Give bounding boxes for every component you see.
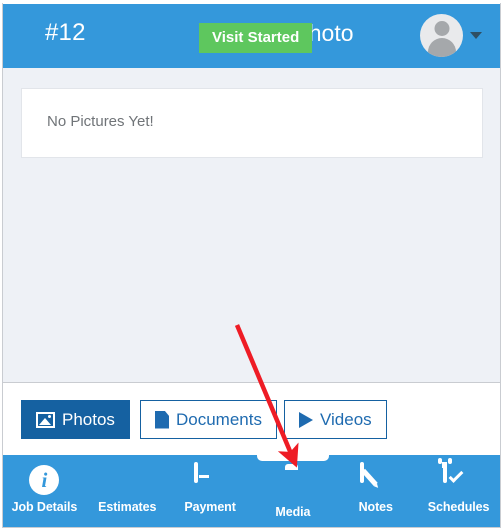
tab-documents-label: Documents xyxy=(176,409,262,429)
job-id-label: #12 xyxy=(45,19,86,46)
nav-item-estimates-label: Estimates xyxy=(98,500,157,514)
nav-item-schedules[interactable]: Schedules xyxy=(417,455,500,527)
tab-documents[interactable]: Documents xyxy=(140,400,277,439)
nav-item-payment-label: Payment xyxy=(184,500,236,514)
avatar-head-shape xyxy=(434,21,449,36)
avatar[interactable] xyxy=(420,14,463,57)
app-header: #12 New Photo Visit Started xyxy=(3,4,500,68)
avatar-body-shape xyxy=(427,38,456,57)
nav-item-media[interactable]: Media xyxy=(251,449,334,527)
nav-item-job-details-label: Job Details xyxy=(11,500,78,514)
nav-item-notes-label: Notes xyxy=(358,500,393,514)
tab-photos-label: Photos xyxy=(62,409,115,429)
book-icon xyxy=(97,464,143,496)
empty-state-card: No Pictures Yet! xyxy=(21,88,483,158)
user-menu[interactable] xyxy=(420,14,482,57)
play-icon xyxy=(299,411,313,428)
tab-photos[interactable]: Photos xyxy=(21,400,130,439)
info-circle-icon: i xyxy=(28,464,60,496)
document-icon xyxy=(155,410,169,429)
media-content-area: No Pictures Yet! xyxy=(3,68,500,383)
media-type-toolbar: Photos Documents Videos xyxy=(3,384,500,455)
tab-videos-label: Videos xyxy=(320,409,372,429)
pencil-square-icon xyxy=(359,462,392,496)
nav-item-schedules-label: Schedules xyxy=(427,500,490,514)
nav-item-payment[interactable]: Payment xyxy=(169,455,252,527)
active-tab-indicator xyxy=(256,449,329,461)
nav-item-media-label: Media xyxy=(275,505,311,519)
app-window: #12 New Photo Visit Started No Pictures … xyxy=(0,0,503,530)
calendar-check-icon xyxy=(437,458,475,496)
nav-item-job-details[interactable]: i Job Details xyxy=(3,455,86,527)
tab-videos[interactable]: Videos xyxy=(284,400,387,439)
camera-icon xyxy=(270,462,309,501)
nav-item-estimates[interactable]: Estimates xyxy=(86,455,169,527)
image-icon xyxy=(36,411,55,428)
nav-item-notes[interactable]: Notes xyxy=(334,455,417,527)
empty-state-message: No Pictures Yet! xyxy=(47,113,154,130)
credit-card-icon xyxy=(194,462,226,496)
status-badge[interactable]: Visit Started xyxy=(199,23,313,53)
bottom-navigation-bar: i Job Details Estimates Payment Media No… xyxy=(3,449,500,527)
chevron-down-icon[interactable] xyxy=(470,32,482,39)
